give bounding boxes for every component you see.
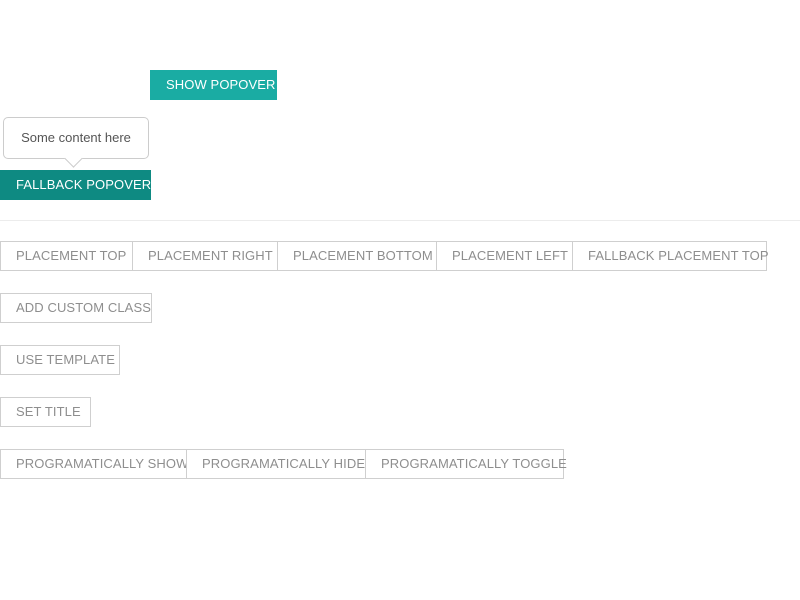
placement-bottom-button[interactable]: PLACEMENT BOTTOM bbox=[277, 241, 437, 271]
popover-demo-page: SHOW POPOVER Some content here FALLBACK … bbox=[0, 0, 800, 600]
fallback-popover-button[interactable]: FALLBACK POPOVER bbox=[0, 170, 151, 200]
placement-top-button[interactable]: PLACEMENT TOP bbox=[0, 241, 133, 271]
set-title-button[interactable]: SET TITLE bbox=[0, 397, 91, 427]
fallback-placement-top-button[interactable]: FALLBACK PLACEMENT TOP bbox=[572, 241, 769, 271]
programatically-show-button[interactable]: PROGRAMATICALLY SHOW bbox=[0, 449, 188, 479]
use-template-button[interactable]: USE TEMPLATE bbox=[0, 345, 120, 375]
popover: Some content here bbox=[3, 117, 149, 168]
popover-content: Some content here bbox=[21, 130, 131, 145]
placement-right-button[interactable]: PLACEMENT RIGHT bbox=[132, 241, 278, 271]
popover-arrow bbox=[64, 149, 83, 168]
add-custom-class-button[interactable]: ADD CUSTOM CLASS bbox=[0, 293, 152, 323]
section-divider bbox=[0, 220, 800, 221]
programatically-hide-button[interactable]: PROGRAMATICALLY HIDE bbox=[186, 449, 366, 479]
placement-left-button[interactable]: PLACEMENT LEFT bbox=[436, 241, 573, 271]
programatically-toggle-button[interactable]: PROGRAMATICALLY TOGGLE bbox=[365, 449, 567, 479]
show-popover-button[interactable]: SHOW POPOVER bbox=[150, 70, 277, 100]
